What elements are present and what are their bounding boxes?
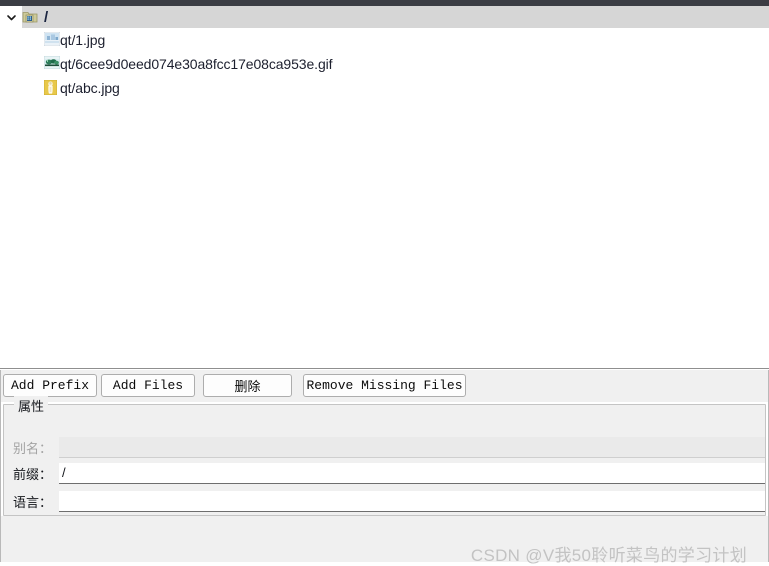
jpg-image-thumbnail-icon [44, 32, 60, 48]
add-prefix-button[interactable]: Add Prefix [3, 374, 97, 397]
alias-form-row: 别名： [4, 435, 765, 459]
tree-root-content: / [22, 9, 48, 26]
bottom-panel: CSDN @V我50聆听菜鸟的学习计划 [0, 516, 769, 565]
tree-row-root[interactable]: / [0, 6, 769, 28]
language-label: 语言： [13, 494, 53, 510]
prefix-form-row: 前缀： / [4, 461, 765, 485]
tree-row-file[interactable]: qt/6cee9d0eed074e30a8fcc17e08ca953e.gif [0, 52, 769, 76]
properties-group-title: 属性 [14, 396, 49, 415]
resource-folder-icon [22, 9, 38, 25]
chevron-down-icon[interactable] [0, 6, 22, 28]
prefix-label: 前缀： [13, 466, 53, 482]
tree-file-label: qt/1.jpg [60, 32, 106, 48]
tree-file-label: qt/6cee9d0eed074e30a8fcc17e08ca953e.gif [60, 56, 333, 72]
tree-row-file[interactable]: qt/abc.jpg [0, 76, 769, 100]
add-files-button[interactable]: Add Files [101, 374, 195, 397]
properties-group-box: 属性 别名： 前缀： / 语言： [3, 396, 766, 516]
resource-tree-view[interactable]: / qt/1.jpg qt/6cee9d0eed074e30a8fcc17e08… [0, 6, 769, 369]
alias-label: 别名： [13, 440, 53, 456]
window-frame-left-edge [0, 370, 1, 562]
resource-action-button-bar: Add Prefix Add Files 删除 Remove Missing F… [0, 370, 769, 402]
remove-missing-files-button[interactable]: Remove Missing Files [303, 374, 466, 397]
language-input[interactable] [59, 490, 765, 512]
tree-root-label: / [44, 8, 49, 26]
csdn-watermark: CSDN @V我50聆听菜鸟的学习计划 [470, 546, 747, 565]
jpg-image-thumbnail-icon [44, 80, 60, 96]
tree-file-label: qt/abc.jpg [60, 80, 120, 96]
alias-input [59, 436, 765, 458]
prefix-input[interactable]: / [59, 462, 765, 484]
gif-image-thumbnail-icon [44, 56, 60, 72]
language-form-row: 语言： [4, 489, 765, 513]
row-selection-highlight [22, 6, 769, 28]
delete-button[interactable]: 删除 [203, 374, 292, 397]
tree-row-file[interactable]: qt/1.jpg [0, 28, 769, 52]
